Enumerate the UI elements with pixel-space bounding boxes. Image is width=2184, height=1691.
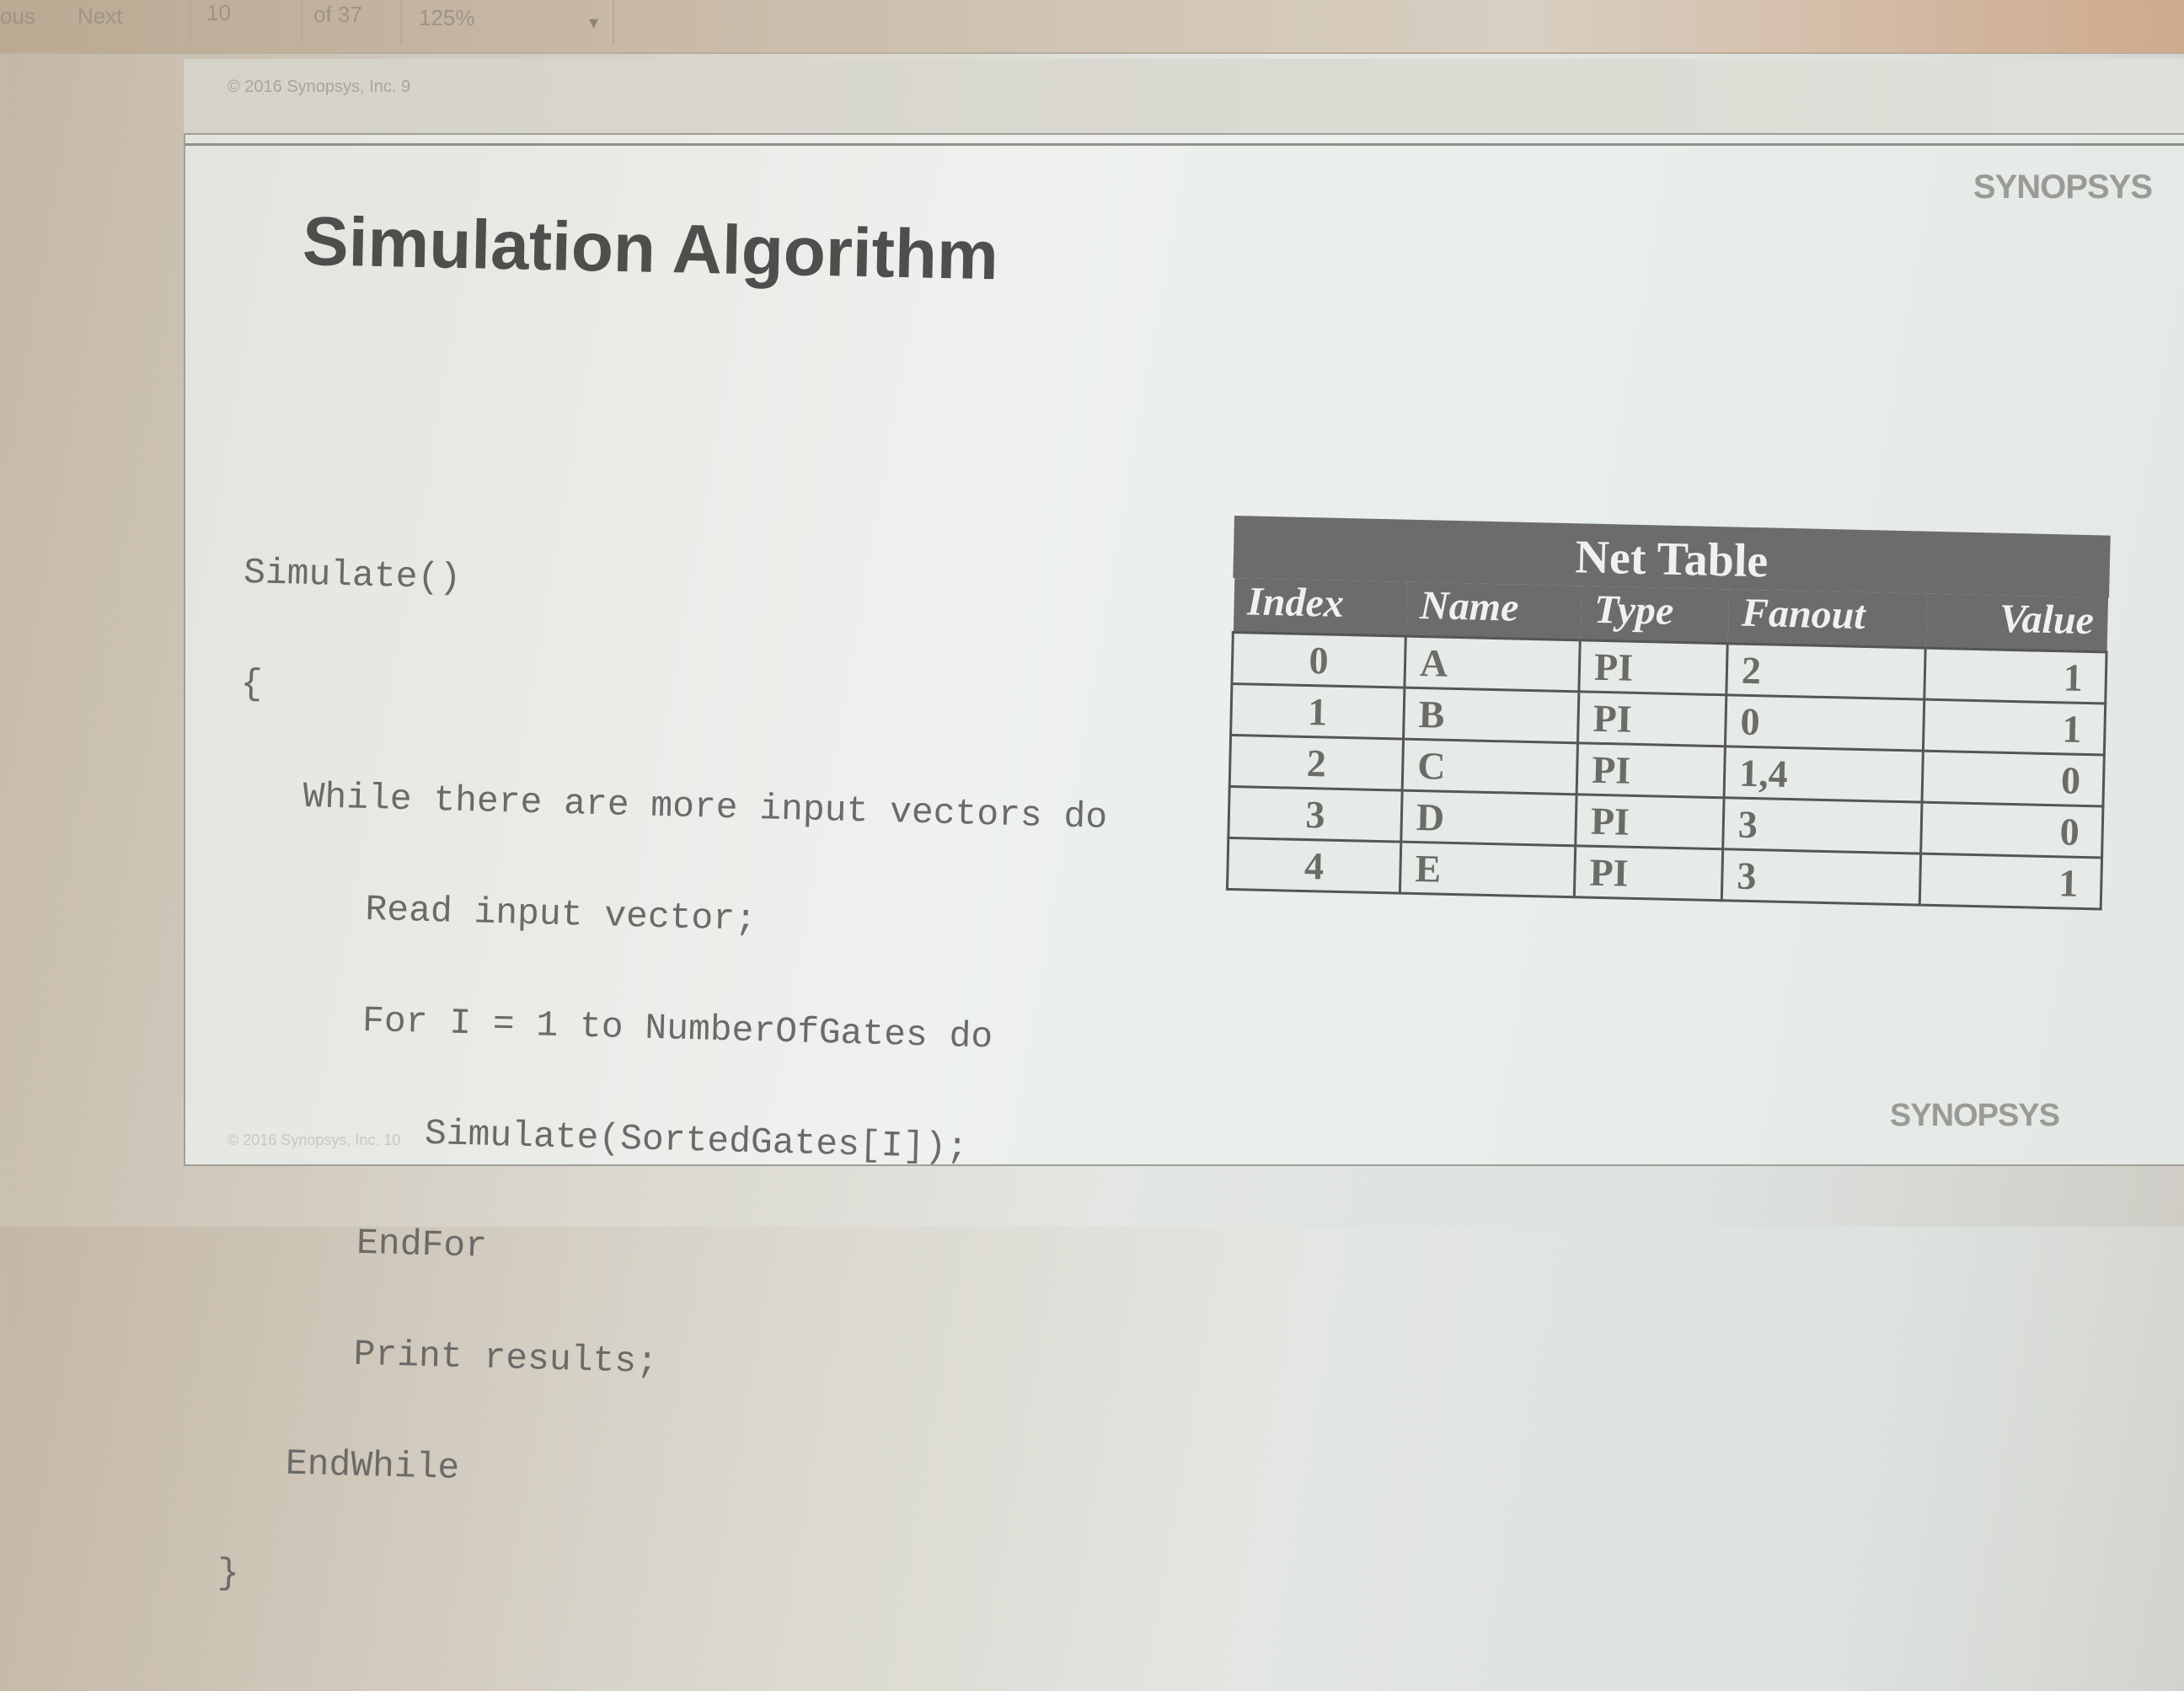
net-table: Net Table Index Name Type Fanout Value 0… bbox=[1226, 516, 2111, 910]
header-name: Name bbox=[1405, 581, 1582, 640]
code-line: EndWhile bbox=[219, 1441, 460, 1490]
cell-value: 1 bbox=[1923, 699, 2106, 755]
cell-fanout: 0 bbox=[1725, 694, 1924, 752]
slide-title: Simulation Algorithm bbox=[302, 202, 999, 295]
previous-page-button[interactable]: ous bbox=[0, 3, 35, 29]
cell-name: A bbox=[1404, 636, 1581, 692]
cell-name: E bbox=[1400, 842, 1576, 897]
next-page-button[interactable]: Next bbox=[78, 3, 122, 29]
code-line: Simulate() bbox=[243, 551, 462, 599]
zoom-value: 125% bbox=[419, 5, 475, 30]
cell-fanout: 3 bbox=[1721, 848, 1921, 906]
cell-index: 2 bbox=[1229, 735, 1404, 791]
cell-index: 4 bbox=[1227, 837, 1401, 894]
cell-type: PI bbox=[1577, 691, 1726, 747]
code-line: Print results; bbox=[222, 1330, 659, 1383]
cell-value: 0 bbox=[1921, 751, 2105, 806]
synopsys-logo-top: SYNOPSYS bbox=[1973, 169, 2153, 206]
cell-index: 0 bbox=[1231, 632, 1406, 688]
cell-value: 0 bbox=[1920, 802, 2103, 858]
page-total-label: of 37 bbox=[313, 2, 362, 27]
synopsys-logo-bottom: SYNOPSYS bbox=[1889, 1098, 2060, 1133]
slide-footer-copyright: © 2016 Synopsys, Inc. 10 bbox=[228, 1132, 401, 1148]
cell-fanout: 1,4 bbox=[1724, 746, 1924, 803]
code-line: Read input vector; bbox=[234, 885, 757, 941]
chevron-down-icon: ▾ bbox=[589, 12, 599, 33]
header-type: Type bbox=[1580, 586, 1729, 644]
cell-name: B bbox=[1403, 688, 1579, 743]
cell-type: PI bbox=[1576, 742, 1726, 798]
net-table-container: Net Table Index Name Type Fanout Value 0… bbox=[1226, 516, 2111, 910]
cell-value: 1 bbox=[1919, 854, 2102, 909]
header-fanout: Fanout bbox=[1727, 589, 1927, 649]
cell-index: 3 bbox=[1228, 786, 1403, 843]
page-number-value: 10 bbox=[206, 0, 231, 25]
header-index: Index bbox=[1233, 578, 1407, 637]
slide-page: SYNOPSYS Simulation Algorithm Simulate()… bbox=[184, 133, 2184, 1594]
cell-fanout: 3 bbox=[1722, 797, 1922, 854]
previous-slide-footer bbox=[184, 59, 2184, 135]
code-block: Simulate() { While there are more input … bbox=[215, 480, 1116, 1689]
page-number-input[interactable]: 10 bbox=[190, 0, 302, 44]
cell-value: 1 bbox=[1924, 648, 2107, 704]
cell-fanout: 2 bbox=[1726, 643, 1926, 700]
cell-name: C bbox=[1402, 739, 1578, 795]
code-line: While there are more input vectors do bbox=[237, 773, 1108, 838]
code-line: EndFor bbox=[225, 1218, 488, 1267]
slide-top-rule bbox=[185, 135, 2184, 146]
code-line: { bbox=[240, 662, 264, 705]
cell-type: PI bbox=[1578, 639, 1728, 695]
previous-slide-copyright: © 2016 Synopsys, Inc. 9 bbox=[228, 78, 411, 96]
zoom-select[interactable]: 125% ▾ bbox=[400, 0, 614, 44]
header-value: Value bbox=[1925, 593, 2108, 653]
code-line: For I = 1 to NumberOfGates do bbox=[231, 996, 993, 1058]
viewer-toolbar: ous Next 10 of 37 125% ▾ bbox=[0, 0, 2184, 54]
cell-type: PI bbox=[1574, 845, 1723, 901]
cell-type: PI bbox=[1575, 794, 1725, 849]
cell-name: D bbox=[1400, 790, 1577, 846]
code-line: } bbox=[217, 1552, 240, 1595]
cell-index: 1 bbox=[1230, 683, 1405, 740]
